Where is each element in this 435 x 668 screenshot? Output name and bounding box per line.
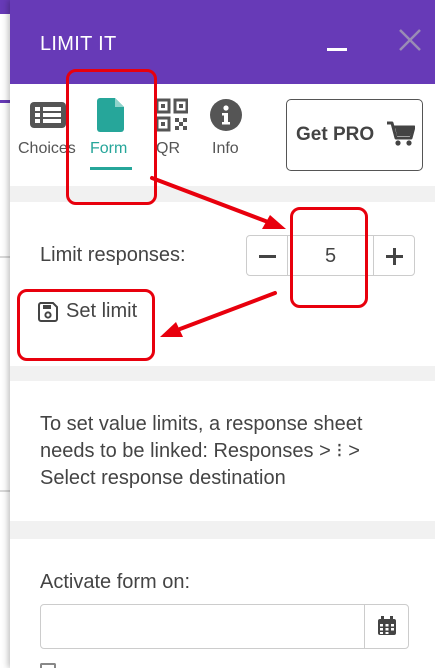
limit-card: Limit responses: 5 Set limit — [10, 202, 435, 366]
set-limit-label: Set limit — [66, 300, 138, 322]
limit-responses-label: Limit responses: — [40, 244, 186, 266]
limit-value-field[interactable]: 5 — [288, 235, 373, 276]
file-icon — [97, 98, 124, 132]
activate-form-label: Activate form on: — [40, 571, 191, 593]
tab-label: QR — [156, 140, 180, 157]
tab-label: Form — [90, 140, 128, 157]
close-icon[interactable] — [396, 26, 424, 54]
quantity-stepper: 5 — [246, 235, 415, 276]
background-divider — [0, 100, 10, 103]
tab-form[interactable]: Form — [88, 84, 138, 186]
save-icon — [38, 302, 58, 322]
tab-label: Info — [212, 140, 239, 157]
background-divider — [0, 490, 10, 492]
increment-button[interactable] — [373, 235, 415, 276]
tab-choices[interactable]: Choices — [16, 84, 90, 186]
background-doc-edge — [0, 0, 10, 668]
cart-icon — [387, 121, 415, 146]
tab-bar: Choices Form QR Info Get PRO — [10, 84, 435, 186]
minimize-icon[interactable] — [327, 48, 347, 51]
calendar-button[interactable] — [364, 605, 408, 648]
info-icon — [210, 99, 242, 131]
background-divider — [0, 256, 10, 258]
list-icon — [30, 102, 66, 128]
qr-code-icon — [156, 98, 188, 132]
sidebar-header: LIMIT IT — [10, 0, 435, 84]
info-card: To set value limits, a response sheet ne… — [10, 381, 435, 521]
tab-qr[interactable]: QR — [152, 84, 192, 186]
calendar-icon — [378, 616, 396, 635]
active-tab-indicator — [90, 167, 132, 170]
tab-label: Choices — [18, 140, 76, 157]
decrement-button[interactable] — [246, 235, 288, 276]
activate-date-field[interactable] — [40, 604, 409, 649]
limit-it-sidebar: LIMIT IT Choices Form QR Info Get PRO Li… — [10, 0, 435, 668]
checkbox[interactable] — [40, 663, 56, 668]
get-pro-label: Get PRO — [296, 124, 375, 145]
background-header-edge — [0, 0, 10, 14]
tab-info[interactable]: Info — [207, 84, 247, 186]
sidebar-title: LIMIT IT — [40, 33, 117, 55]
response-sheet-notice: To set value limits, a response sheet ne… — [40, 413, 363, 489]
activate-card: Activate form on: — [10, 539, 435, 668]
get-pro-button[interactable]: Get PRO — [286, 99, 423, 171]
